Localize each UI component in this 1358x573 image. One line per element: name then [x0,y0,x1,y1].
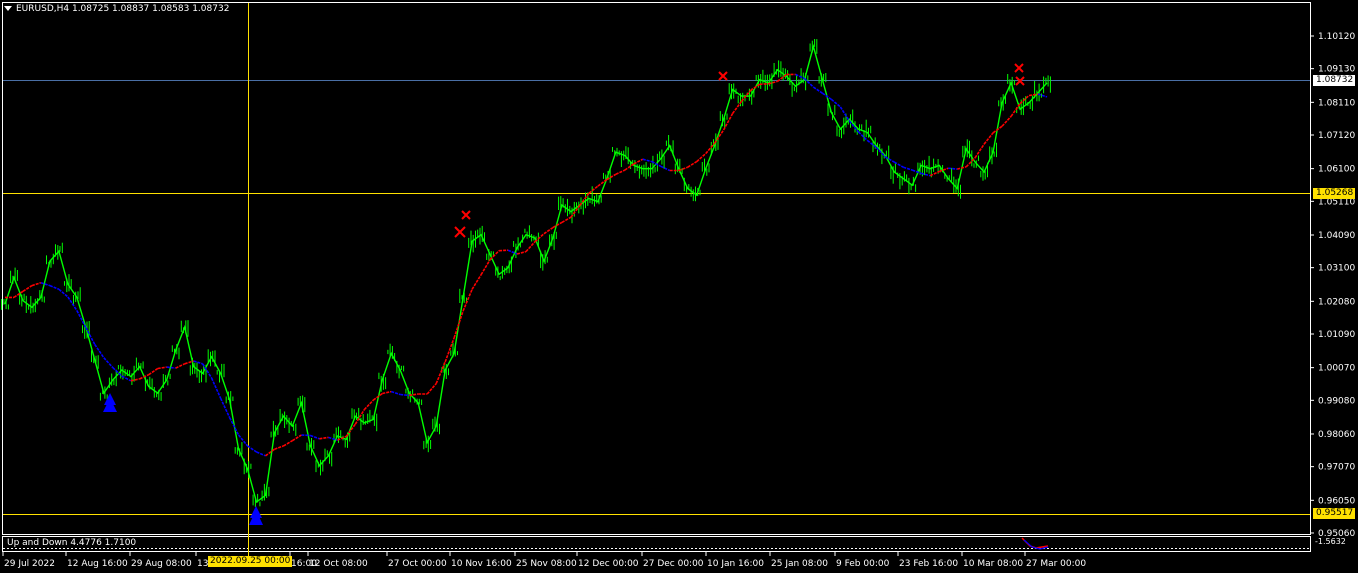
time-tick-label: 23 Feb 16:00 [899,559,958,569]
ma-segment [561,216,572,224]
price-series-line [4,43,1048,504]
time-tick-label: 27 Oct 00:00 [388,559,447,569]
ma-segment [453,310,464,339]
time-tick-label: 12 Oct 08:00 [309,559,368,569]
crosshair-time-tag: 2022.09.25 00:00 [208,556,293,567]
chart-frame [2,2,1311,535]
ma-segment [228,417,240,436]
time-tick-label: 12 Dec 00:00 [578,559,639,569]
ma-segment [471,274,482,290]
ma-segment [148,367,159,376]
ma-segment [256,451,266,457]
price-tick-label: 1.07120 [1318,131,1355,141]
sell-cross-icon [454,63,1025,238]
time-tick-label: 10 Jan 16:00 [707,559,764,569]
ma-segment [624,163,635,171]
ma-segment [830,98,841,108]
indicator-line [1021,537,1049,549]
ma-segment [319,436,329,440]
time-tick-label: 29 Jul 2022 [4,559,55,569]
ma-segment [382,390,392,395]
time-tick-label: 10 Mar 08:00 [963,559,1023,569]
ma-segment [812,86,823,94]
time-tick-label: 9 Feb 00:00 [836,559,890,569]
ma-segment [103,357,114,369]
ma-segment [903,166,913,171]
time-tick-label: 29 Aug 08:00 [131,559,192,569]
ma-segment [49,284,60,291]
ma-segment [265,448,275,457]
ma-segment [543,226,554,235]
ma-segment [839,106,851,122]
price-chart[interactable]: 1.101201.091301.081101.071201.061001.051… [0,0,1358,573]
ma-segment [1010,103,1021,117]
symbol-title[interactable]: EURUSD,H4 1.08725 1.08837 1.08583 1.0873… [4,4,229,14]
ma-segment [948,167,958,170]
price-tick-label: 0.98060 [1318,430,1355,440]
ma-segment [957,166,967,170]
ma-segment [166,366,176,369]
ma-segment [291,434,302,442]
time-tick-label: 12 Aug 16:00 [67,559,128,569]
ma-segment [274,445,284,450]
ma-segment [884,156,895,163]
price-tick-label: 1.02080 [1318,297,1355,307]
ma-segment [615,169,626,176]
ma-segment [588,185,599,194]
ma-segment [31,281,42,287]
price-axis: 1.101201.091301.081101.071201.061001.051… [1310,32,1355,539]
ma-segment [687,160,698,168]
ma-segment [731,100,743,114]
indicator-label: Up and Down 4.4776 1.7100 [7,538,137,548]
ma-segment [22,284,33,292]
ma-segment [219,397,231,418]
ma-segment [237,434,249,447]
ma-segment [1001,115,1012,127]
indicator-frame [2,536,1311,552]
price-tick-label: 1.04090 [1318,231,1355,241]
ma-segment [525,241,536,253]
ma-segment [499,249,509,252]
ma-segment [283,440,293,447]
crosshair-price-tag: 1.05268 [1313,188,1355,199]
ma-segment [480,259,491,276]
price-tick-label: 1.06100 [1318,165,1355,175]
ma-segment [391,390,401,396]
ma-segment [175,363,186,369]
ma-segment [157,366,167,370]
line-price-tag: 0.95517 [1313,508,1355,519]
time-tick-label: 13 [197,559,208,569]
ma-segment [642,158,653,163]
price-tick-label: 1.09130 [1318,65,1355,75]
price-tick-label: 1.08110 [1318,98,1355,108]
ma-segment [983,132,994,145]
price-tick-label: 0.99080 [1318,396,1355,406]
time-tick-label: 25 Nov 08:00 [516,559,577,569]
ma-segment [426,383,437,395]
price-tick-label: 1.03100 [1318,264,1355,274]
dropdown-arrow-icon[interactable] [4,6,12,11]
time-tick-label: 25 Jan 08:00 [771,559,828,569]
time-tick-label: 27 Mar 00:00 [1026,559,1086,569]
indicator-value: -1.5632 [1315,537,1346,546]
ma-segment [516,250,527,255]
ma-segment [974,143,985,159]
ma-segment [363,399,374,411]
price-tick-label: 0.97070 [1318,463,1355,473]
ma-segment [40,281,51,287]
price-tick-label: 0.96050 [1318,496,1355,506]
ma-segment [301,434,311,437]
candle-wicks [1,39,1051,507]
ma-segment [660,165,671,172]
buy-arrow-icon [103,393,263,525]
price-tick-label: 1.10120 [1318,32,1355,42]
time-tick-label: 10 Nov 16:00 [451,559,512,569]
time-axis: 29 Jul 2022 12 Aug 16:00 29 Aug 08:00 13 16:… [2,552,1086,569]
price-tick-label: 1.01090 [1318,330,1355,340]
current-price-tag: 1.08732 [1313,75,1355,86]
price-tick-label: 1.00070 [1318,364,1355,374]
symbol-title-text: EURUSD,H4 1.08725 1.08837 1.08583 1.0873… [16,4,230,14]
time-tick-label: 27 Dec 00:00 [643,559,704,569]
